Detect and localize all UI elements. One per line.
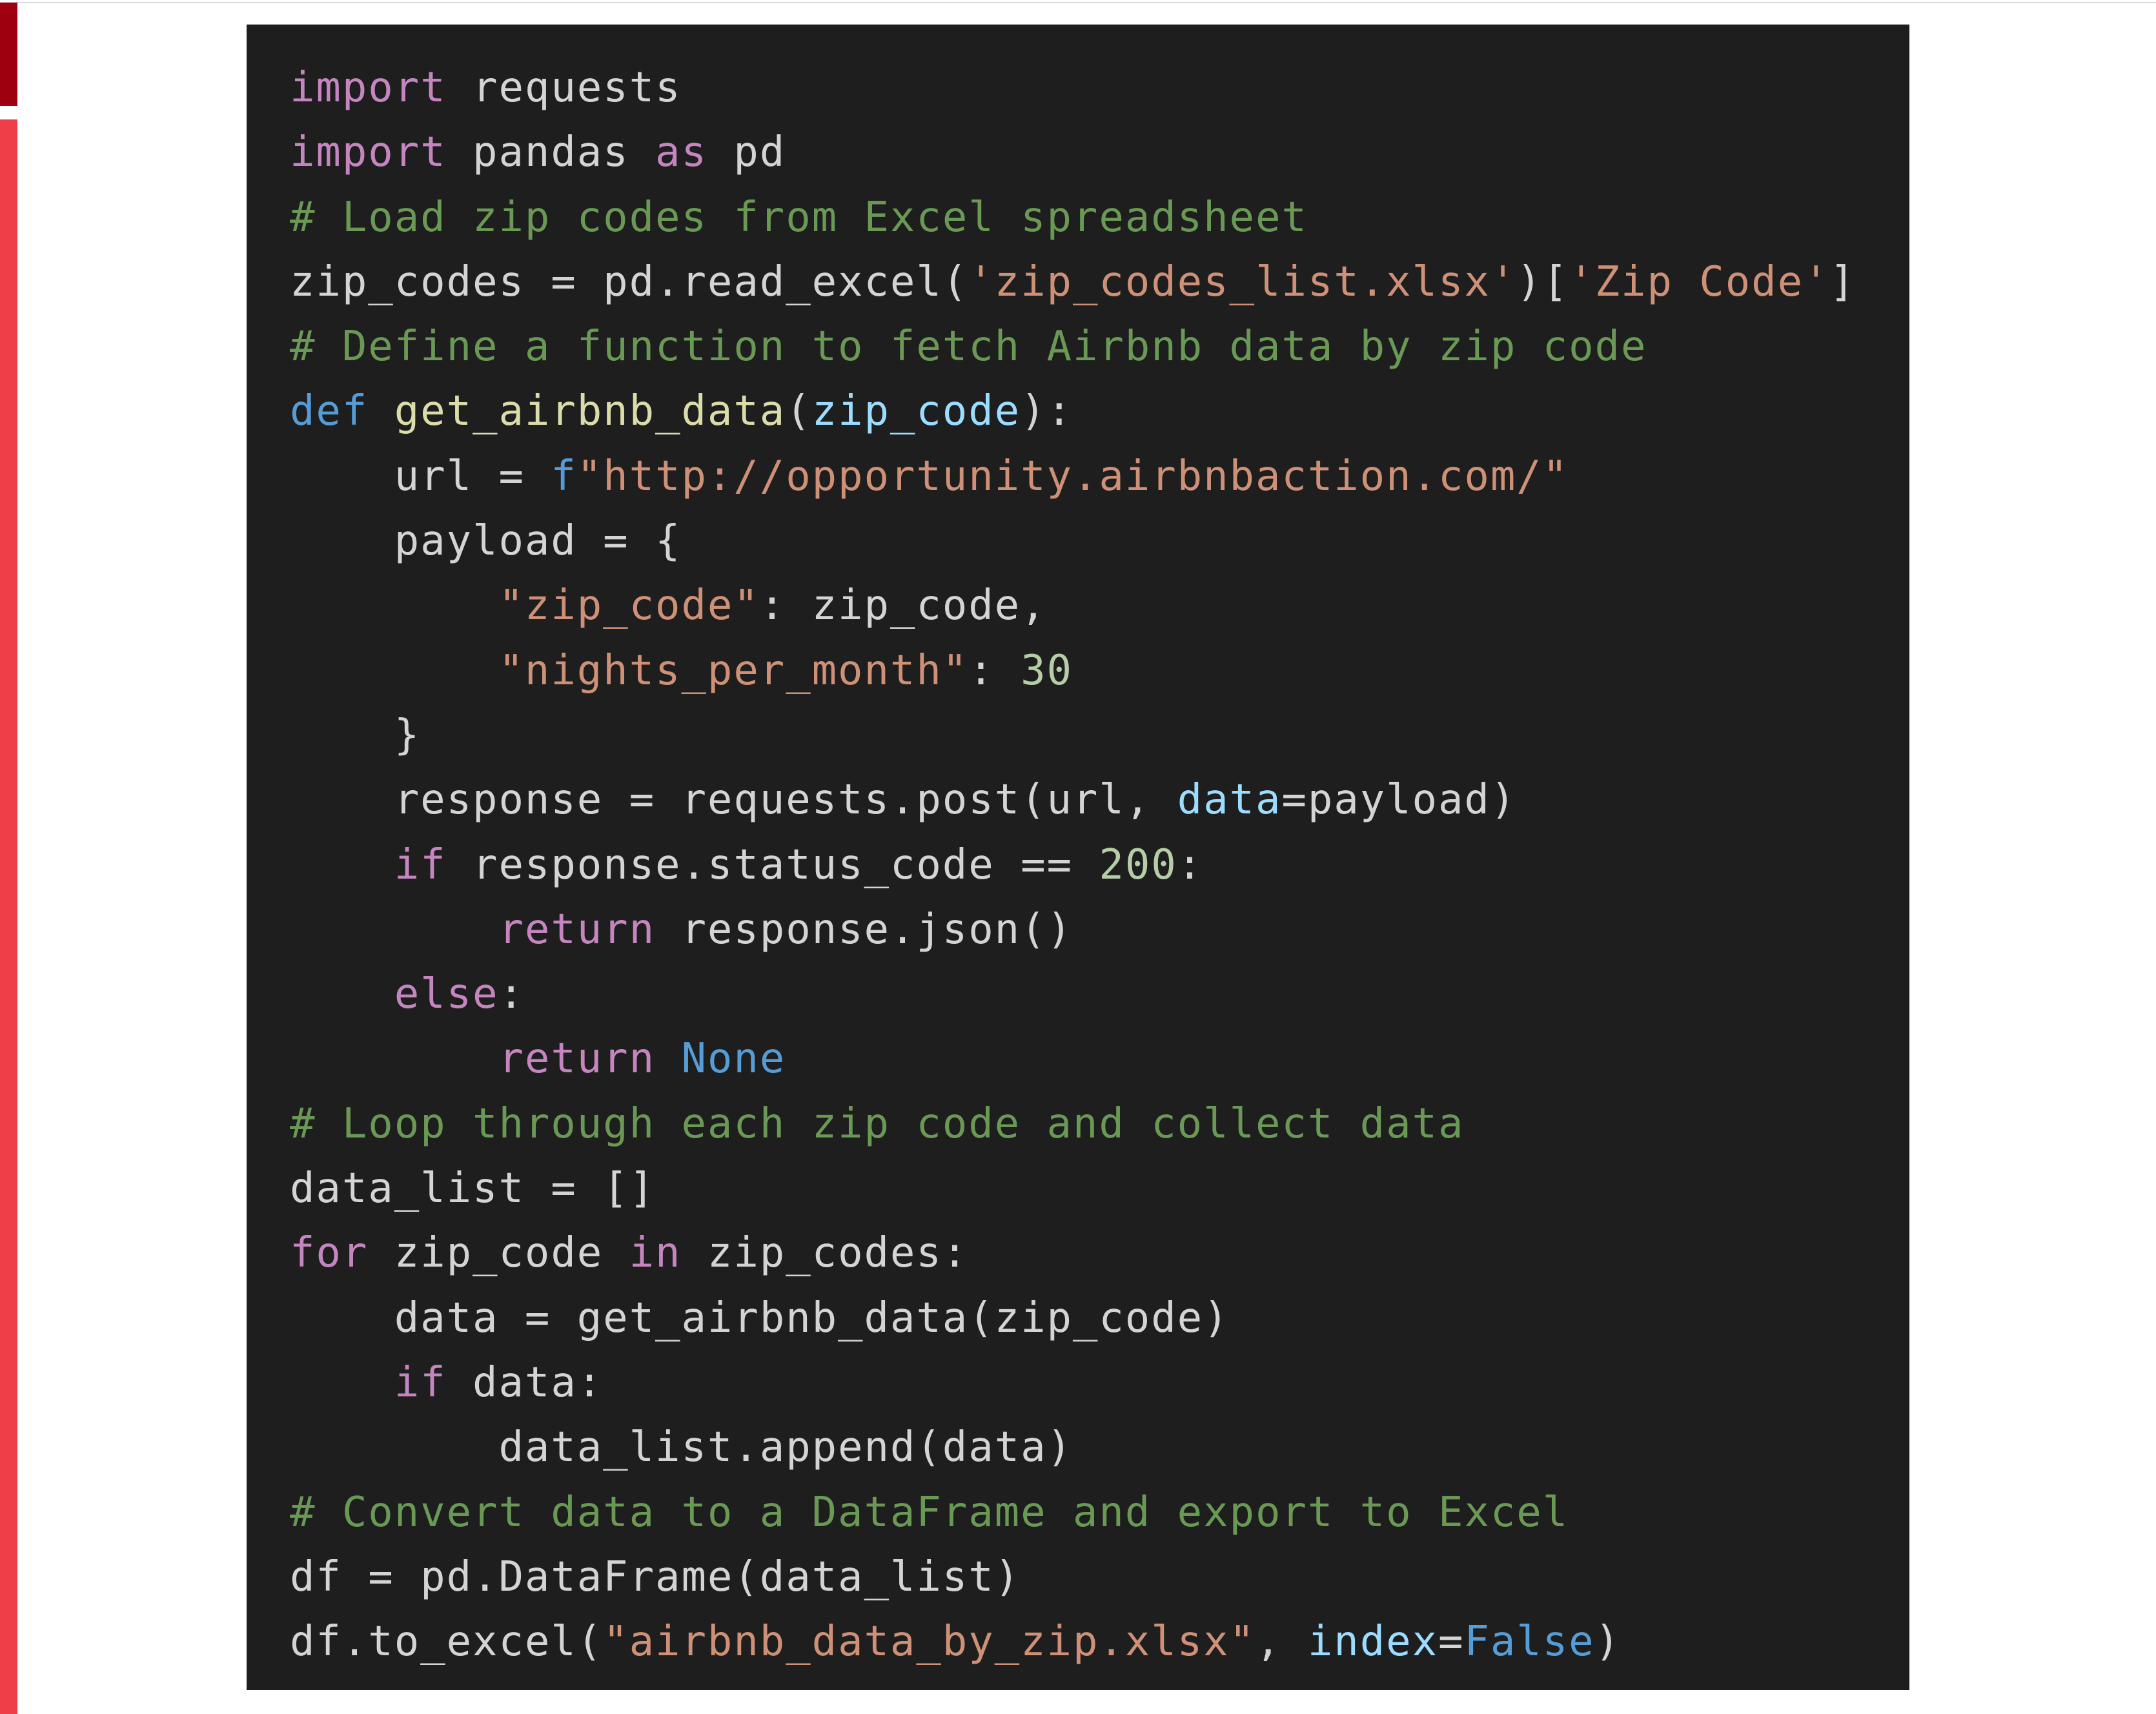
number-token: 30 xyxy=(1021,646,1073,695)
constant-token: None xyxy=(681,1035,786,1083)
code-line: for zip_code in zip_codes: xyxy=(290,1221,1856,1285)
accent-bar-dark xyxy=(0,3,17,106)
code-text-token: : zip_code, xyxy=(759,582,1047,630)
code-line: response = requests.post(url, data=paylo… xyxy=(290,768,1856,832)
string-token: "zip_code" xyxy=(498,582,760,630)
code-text-token: ): xyxy=(1021,387,1073,436)
code-line: return None xyxy=(290,1026,1856,1091)
code-text-token: url = xyxy=(290,452,551,500)
code-text-token: : xyxy=(1177,841,1204,889)
code-line: # Loop through each zip code and collect… xyxy=(290,1092,1856,1156)
code-content[interactable]: import requests import pandas as pd # Load… xyxy=(290,56,1856,1674)
accent-bar-light xyxy=(0,119,17,1714)
code-line: zip_codes = pd.read_excel('zip_codes_lis… xyxy=(290,250,1856,314)
string-token: 'zip_codes_list.xlsx' xyxy=(968,258,1517,306)
comment-token: # Loop through each zip code and collect… xyxy=(290,1099,1465,1148)
code-line: # Load zip codes from Excel spreadsheet xyxy=(290,185,1856,250)
code-line: # Define a function to fetch Airbnb data… xyxy=(290,314,1856,379)
parameter-token: zip_code xyxy=(811,387,1021,436)
code-line: data_list = [] xyxy=(290,1156,1856,1221)
code-text-token: = xyxy=(1438,1618,1465,1666)
code-text-token: : xyxy=(498,970,525,1019)
code-line: return response.json() xyxy=(290,897,1856,962)
code-text-token: pd xyxy=(707,128,786,177)
code-line: "nights_per_month": 30 xyxy=(290,638,1856,703)
comment-token: # Load zip codes from Excel spreadsheet xyxy=(290,193,1308,241)
top-divider xyxy=(0,2,2156,3)
code-text-token: data = get_airbnb_data(zip_code) xyxy=(290,1294,1230,1342)
code-text-token: df = pd.DataFrame(data_list) xyxy=(290,1553,1021,1601)
code-block[interactable]: import requests import pandas as pd # Load… xyxy=(247,25,1909,1690)
code-line: import requests xyxy=(290,56,1856,120)
code-text-token: , xyxy=(1255,1618,1308,1666)
code-line: if response.status_code == 200: xyxy=(290,833,1856,897)
code-text-token: zip_code xyxy=(368,1229,629,1278)
code-text-token: ) xyxy=(1594,1618,1622,1666)
code-text-token: payload = { xyxy=(290,517,682,566)
code-line: def get_airbnb_data(zip_code): xyxy=(290,379,1856,444)
code-text-token: )[ xyxy=(1516,258,1569,306)
keyword-token: else xyxy=(394,970,499,1019)
code-line: "zip_code": zip_code, xyxy=(290,573,1856,638)
code-line: } xyxy=(290,703,1856,768)
code-line: data = get_airbnb_data(zip_code) xyxy=(290,1286,1856,1351)
code-text-token: response.status_code == xyxy=(446,841,1099,889)
code-text-token: response.json() xyxy=(655,905,1073,954)
comment-token: # Define a function to fetch Airbnb data… xyxy=(290,323,1647,371)
code-line: df.to_excel("airbnb_data_by_zip.xlsx", i… xyxy=(290,1609,1856,1674)
number-token: 200 xyxy=(1099,841,1177,889)
parameter-token: data xyxy=(1177,776,1282,824)
code-text-token: data_list.append(data) xyxy=(290,1423,1073,1472)
code-line: data_list.append(data) xyxy=(290,1415,1856,1480)
function-name-token: get_airbnb_data xyxy=(394,387,786,436)
string-token: 'Zip Code' xyxy=(1569,258,1830,306)
keyword-token: import xyxy=(290,128,447,177)
code-text-token: df.to_excel( xyxy=(290,1618,604,1666)
code-text-token: } xyxy=(290,711,421,759)
code-text-token: pandas xyxy=(446,128,656,177)
code-text-token: ] xyxy=(1829,258,1856,306)
string-token: "nights_per_month" xyxy=(498,646,969,695)
code-line: payload = { xyxy=(290,509,1856,573)
code-text-token: requests xyxy=(446,64,682,112)
code-line: if data: xyxy=(290,1351,1856,1415)
code-line: # Convert data to a DataFrame and export… xyxy=(290,1480,1856,1545)
keyword-token: return xyxy=(498,905,656,954)
string-token: "http://opportunity.airbnbaction.com/" xyxy=(576,452,1569,500)
code-text-token: =payload) xyxy=(1281,776,1517,824)
keyword-token: if xyxy=(394,1358,447,1407)
code-text-token: zip_codes: xyxy=(681,1229,969,1278)
code-text-token: : xyxy=(968,646,1021,695)
constant-token: False xyxy=(1464,1618,1595,1666)
keyword-token: in xyxy=(629,1229,682,1278)
code-line: else: xyxy=(290,962,1856,1026)
code-line: df = pd.DataFrame(data_list) xyxy=(290,1545,1856,1609)
code-line: import pandas as pd xyxy=(290,120,1856,185)
parameter-token: index xyxy=(1307,1618,1438,1666)
code-text-token: data: xyxy=(446,1358,604,1407)
keyword-token: as xyxy=(655,128,707,177)
declaration-token: def xyxy=(290,387,369,436)
comment-token: # Convert data to a DataFrame and export… xyxy=(290,1488,1569,1536)
code-text-token: ( xyxy=(786,387,812,436)
code-text-token: zip_codes = pd.read_excel( xyxy=(290,258,969,306)
declaration-token: f xyxy=(551,452,577,500)
keyword-token: return xyxy=(498,1035,656,1083)
code-text-token: response = requests.post(url, xyxy=(290,776,1177,824)
keyword-token: if xyxy=(394,841,447,889)
code-line: url = f"http://opportunity.airbnbaction.… xyxy=(290,444,1856,509)
code-text-token: data_list = [] xyxy=(290,1165,656,1213)
string-token: "airbnb_data_by_zip.xlsx" xyxy=(603,1618,1256,1666)
keyword-token: for xyxy=(290,1229,369,1278)
keyword-token: import xyxy=(290,64,447,112)
